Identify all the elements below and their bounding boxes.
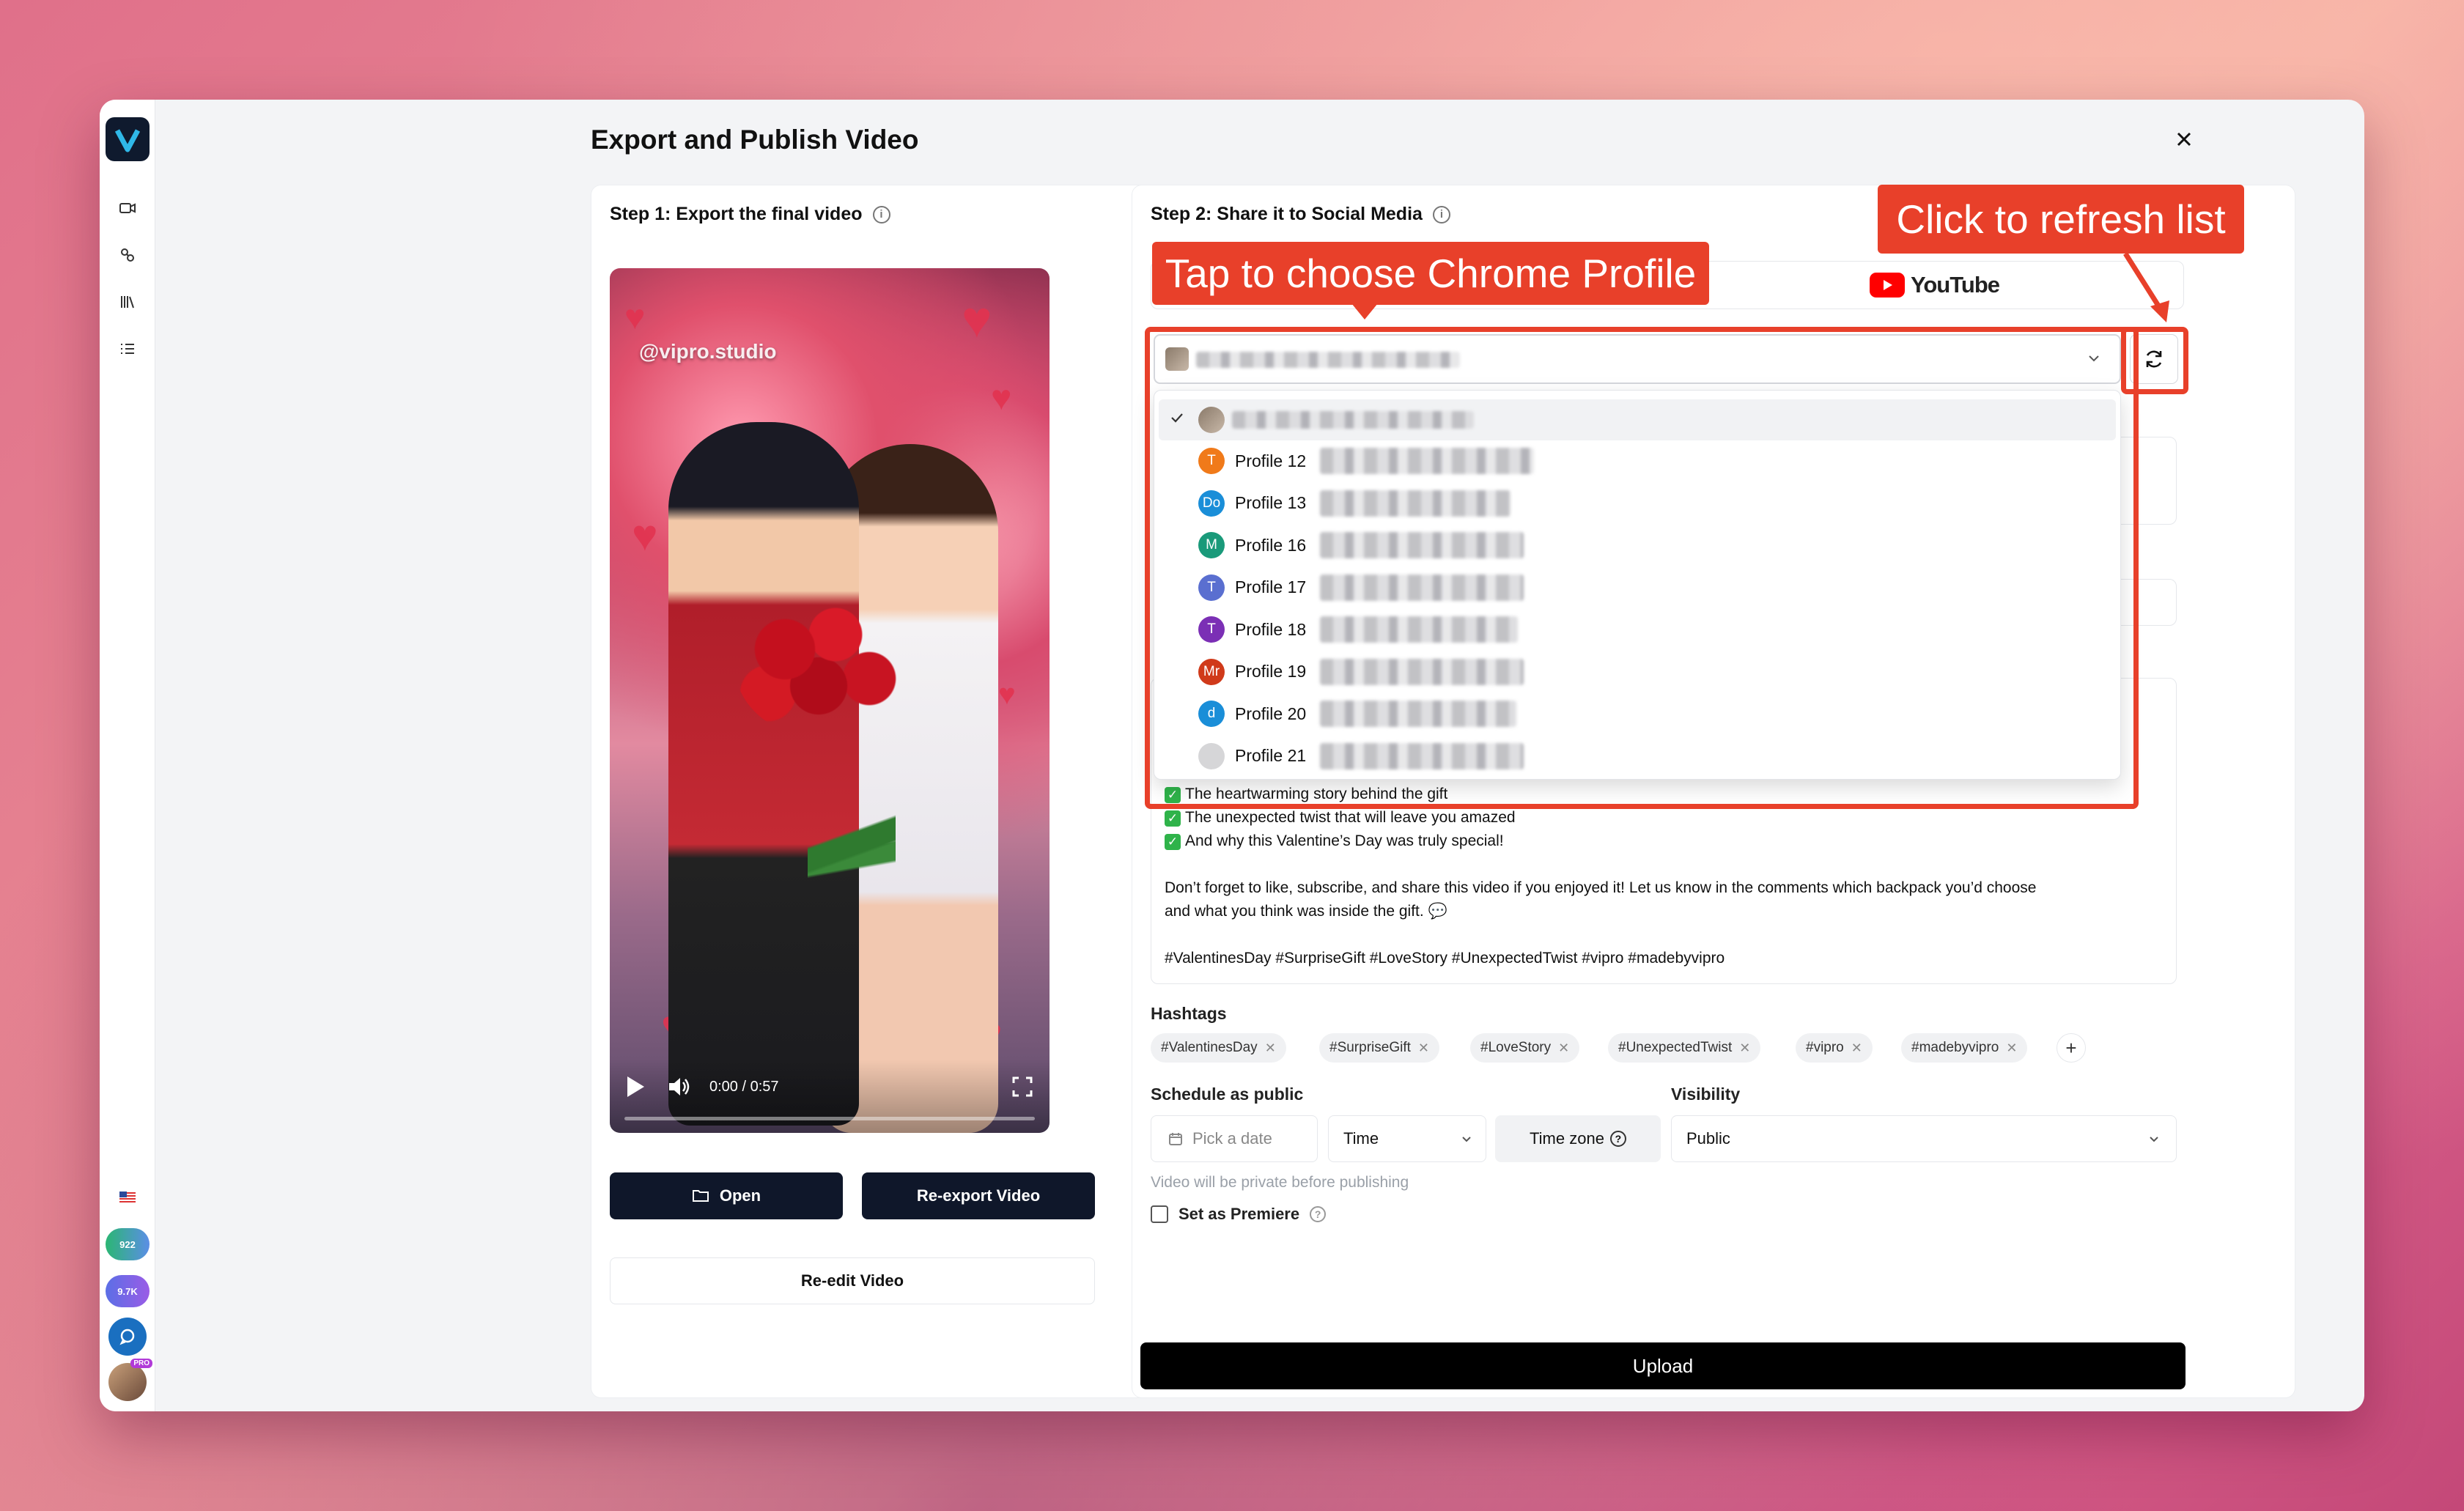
check-icon: ✓ (1165, 834, 1181, 850)
step2-title: Step 2: Share it to Social Media i (1151, 204, 1450, 225)
date-picker[interactable]: Pick a date (1151, 1115, 1318, 1162)
help-icon: ? (1609, 1131, 1626, 1147)
upload-button-label: Upload (1632, 1354, 1694, 1377)
youtube-logo: YouTube (1870, 272, 2000, 298)
step2-title-text: Step 2: Share it to Social Media (1151, 204, 1423, 224)
step1-title-text: Step 1: Export the final video (610, 204, 863, 224)
left-rail: 922 9.7K PRO (100, 100, 155, 1411)
callout-choose-profile: Tap to choose Chrome Profile (1152, 242, 1709, 305)
schedule-label: Schedule as public (1151, 1085, 1304, 1104)
info-icon[interactable]: i (1432, 205, 1450, 223)
chevron-down-icon (2150, 1137, 2158, 1142)
heart-decoration: ♥ (632, 511, 658, 560)
remove-icon[interactable]: ✕ (2006, 1041, 2017, 1056)
pro-badge: PRO (130, 1359, 152, 1368)
time-placeholder: Time (1343, 1129, 1379, 1148)
hashtag-chip[interactable]: #SurpriseGift ✕ (1319, 1033, 1439, 1063)
help-icon: ? (1310, 1206, 1327, 1222)
private-note: Video will be private before publishing (1151, 1174, 1409, 1191)
app-logo[interactable] (106, 117, 150, 161)
video-player[interactable]: ♥ ♥ ♥ ♥ ♥ ♥ ♥ @vipro.studio 0:00 / 0:57 (610, 268, 1050, 1133)
description-line: ✓ And why this Valentine’s Day was truly … (1165, 832, 1504, 850)
callout-choose-profile-text: Tap to choose Chrome Profile (1165, 251, 1697, 296)
callout-arrow (2123, 252, 2169, 322)
visibility-value: Public (1686, 1129, 1730, 1148)
step1-title: Step 1: Export the final video i (610, 204, 890, 225)
hashtag-chip[interactable]: #ValentinesDay ✕ (1151, 1033, 1286, 1063)
chat-icon[interactable] (108, 1318, 147, 1356)
premiere-row: Set as Premiere ? (1151, 1205, 1327, 1224)
reedit-button[interactable]: Re-edit Video (610, 1257, 1095, 1304)
folder-icon (692, 1190, 709, 1202)
fullscreen-icon[interactable] (1011, 1076, 1033, 1101)
credits-count: 922 (119, 1238, 136, 1250)
volume-icon[interactable] (667, 1074, 692, 1103)
callout-refresh-list: Click to refresh list (1878, 185, 2244, 254)
gems-count: 9.7K (117, 1285, 138, 1297)
callout-tail (1351, 303, 1378, 319)
heart-decoration: ♥ (998, 679, 1016, 711)
hashtags-label: Hashtags (1151, 1004, 1227, 1023)
timezone-button[interactable]: Time zone ? (1495, 1115, 1661, 1162)
reedit-button-label: Re-edit Video (800, 1271, 904, 1290)
remove-icon[interactable]: ✕ (1558, 1041, 1569, 1056)
dialog-title: Export and Publish Video (591, 125, 919, 155)
remove-icon[interactable]: ✕ (1851, 1041, 1862, 1056)
video-controls: 0:00 / 0:57 (610, 1060, 1050, 1133)
hashtag-chip[interactable]: #LoveStory ✕ (1470, 1033, 1580, 1063)
youtube-label: YouTube (1911, 272, 2000, 298)
calendar-icon (1169, 1133, 1182, 1145)
reexport-button-label: Re-export Video (916, 1186, 1041, 1205)
heart-decoration: ♥ (624, 298, 646, 337)
upload-button[interactable]: Upload (1140, 1342, 2185, 1389)
remove-icon[interactable]: ✕ (1265, 1041, 1276, 1056)
video-time: 0:00 / 0:57 (709, 1079, 779, 1095)
video-camera-icon[interactable] (116, 196, 139, 220)
annotation-profile-box (1145, 327, 2139, 809)
info-icon[interactable]: i (872, 205, 890, 223)
premiere-label: Set as Premiere (1178, 1205, 1300, 1223)
heart-decoration: ♥ (991, 379, 1012, 418)
remove-icon[interactable]: ✕ (1739, 1041, 1750, 1056)
link-icon[interactable] (116, 243, 139, 267)
reexport-button[interactable]: Re-export Video (862, 1172, 1095, 1219)
add-hashtag-icon[interactable]: + (2057, 1033, 2086, 1063)
video-watermark: @vipro.studio (639, 340, 777, 363)
close-icon[interactable] (2166, 122, 2202, 157)
play-icon[interactable] (624, 1074, 646, 1103)
chevron-down-icon (1462, 1137, 1471, 1142)
premiere-checkbox[interactable] (1151, 1205, 1168, 1223)
callout-refresh-list-text: Click to refresh list (1896, 196, 2226, 242)
description-line: #ValentinesDay #SurpriseGift #LoveStory … (1165, 950, 1725, 967)
check-icon: ✓ (1165, 810, 1181, 827)
visibility-select[interactable]: Public (1671, 1115, 2177, 1162)
date-placeholder: Pick a date (1192, 1129, 1272, 1148)
open-button-label: Open (719, 1186, 761, 1205)
avatar[interactable]: PRO (108, 1359, 152, 1401)
gems-badge[interactable]: 9.7K (106, 1275, 150, 1307)
video-progress-bar[interactable] (624, 1117, 1035, 1120)
heart-decoration: ♥ (962, 291, 992, 348)
youtube-play-icon (1870, 273, 1905, 298)
open-button[interactable]: Open (610, 1172, 843, 1219)
description-line: and what you think was inside the gift. … (1165, 903, 1447, 920)
visibility-label: Visibility (1671, 1085, 1741, 1104)
library-icon[interactable] (116, 290, 139, 314)
time-select[interactable]: Time (1328, 1115, 1486, 1162)
annotation-refresh-box (2121, 327, 2188, 394)
illustration-roses (734, 591, 903, 737)
credits-badge[interactable]: 922 (106, 1228, 150, 1260)
remove-icon[interactable]: ✕ (1418, 1041, 1429, 1056)
description-line: Don’t forget to like, subscribe, and sha… (1165, 879, 2037, 896)
timezone-label: Time zone (1530, 1129, 1604, 1148)
hashtag-chip[interactable]: #UnexpectedTwist ✕ (1608, 1033, 1761, 1063)
flag-icon[interactable] (116, 1186, 139, 1209)
hashtag-chip[interactable]: #vipro ✕ (1796, 1033, 1873, 1063)
list-icon[interactable] (116, 337, 139, 361)
hashtag-chip[interactable]: #madebyvipro ✕ (1901, 1033, 2028, 1063)
description-line: ✓ The unexpected twist that will leave yo… (1165, 809, 1516, 827)
illustration-stems (808, 723, 896, 1001)
